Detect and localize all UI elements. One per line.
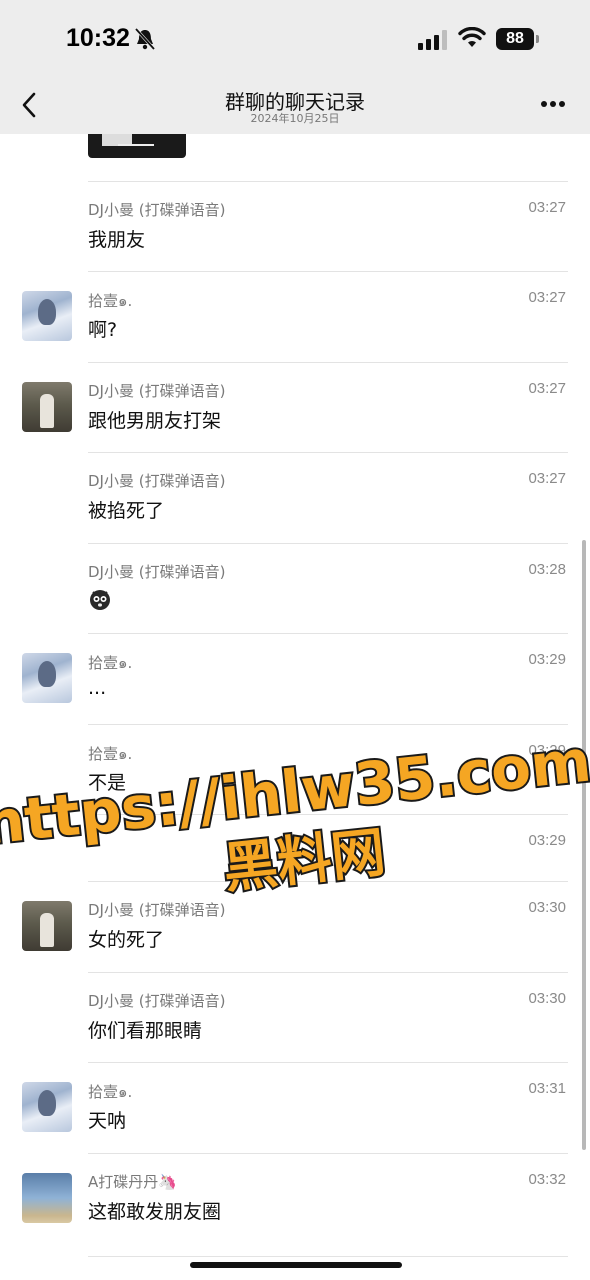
page-subtitle-date: 2024年10月25日: [250, 112, 340, 125]
message-row[interactable]: 拾壹๑. 03:29 不是: [0, 724, 590, 814]
message-text: 天呐: [88, 1110, 127, 1132]
message-row[interactable]: 拾壹๑. 03:31 天呐: [0, 1062, 590, 1152]
message-text: 不是: [88, 772, 127, 794]
wifi-icon: [458, 27, 486, 47]
status-bar: 10:32 88: [0, 0, 590, 80]
cellular-signal-icon: [418, 30, 447, 50]
message-divider: [88, 362, 568, 363]
message-sender: 拾壹๑.: [88, 745, 133, 763]
message-row[interactable]: DJ小曼 (打碟弹语音) 03:27 被掐死了: [0, 452, 590, 542]
message-text: 跟他男朋友打架: [88, 410, 222, 432]
message-time: 03:30: [528, 899, 566, 916]
message-divider: [88, 181, 568, 182]
message-sender: DJ小曼 (打碟弹语音): [88, 472, 226, 490]
battery-level: 88: [496, 28, 534, 50]
message-divider: [88, 814, 568, 815]
avatar[interactable]: [22, 291, 72, 341]
message-sender: A打碟丹丹🦄: [88, 1173, 177, 1191]
message-time: 03:29: [528, 832, 566, 849]
avatar[interactable]: [22, 653, 72, 703]
message-time: 03:29: [528, 742, 566, 759]
message-time: 03:29: [528, 651, 566, 668]
message-divider: [88, 1153, 568, 1154]
message-text: 被掐死了: [88, 500, 165, 522]
message-time: 03:32: [528, 1171, 566, 1188]
message-text: 女的死了: [88, 929, 165, 951]
avatar[interactable]: [22, 1173, 72, 1223]
nav-bar: 群聊的聊天记录 2024年10月25日: [0, 80, 590, 134]
message-text: 这都敢发朋友圈: [88, 1201, 222, 1223]
home-indicator[interactable]: [190, 1262, 402, 1268]
battery-tip: [536, 35, 539, 43]
message-row[interactable]: DJ小曼 (打碟弹语音) 03:30 女的死了: [0, 881, 590, 971]
image-thumbnail-bar: [118, 144, 154, 146]
message-time: 03:27: [528, 470, 566, 487]
message-time: 03:27: [528, 380, 566, 397]
message-row[interactable]: DJ小曼 (打碟弹语音) 03:27 我朋友: [0, 181, 590, 271]
surprised-face-sticker-icon[interactable]: [88, 587, 112, 611]
avatar[interactable]: [22, 901, 72, 951]
previous-image-message[interactable]: [88, 134, 186, 158]
message-time: 03:28: [528, 561, 566, 578]
message-sender: DJ小曼 (打碟弹语音): [88, 382, 226, 400]
message-divider: [88, 972, 568, 973]
message-divider: [88, 1062, 568, 1063]
message-sender: DJ小曼 (打碟弹语音): [88, 992, 226, 1010]
more-options-icon[interactable]: [540, 100, 566, 108]
message-divider: [88, 724, 568, 725]
message-time: 03:31: [528, 1080, 566, 1097]
message-divider: [88, 271, 568, 272]
chat-history-list[interactable]: DJ小曼 (打碟弹语音) 03:27 我朋友 拾壹๑. 03:27 啊? DJ小…: [0, 134, 590, 1280]
avatar[interactable]: [22, 1082, 72, 1132]
message-divider: [88, 452, 568, 453]
message-sender: DJ小曼 (打碟弹语音): [88, 563, 226, 581]
battery-indicator: 88: [496, 28, 540, 50]
message-row[interactable]: 03:29: [0, 814, 590, 881]
message-divider: [88, 1256, 568, 1257]
message-time: 03:27: [528, 289, 566, 306]
message-row[interactable]: DJ小曼 (打碟弹语音) 03:28: [0, 543, 590, 633]
message-sender: DJ小曼 (打碟弹语音): [88, 901, 226, 919]
status-time: 10:32: [66, 24, 130, 52]
message-row[interactable]: 拾壹๑. 03:29 ...: [0, 633, 590, 723]
message-divider: [88, 881, 568, 882]
avatar[interactable]: [22, 382, 72, 432]
message-time: 03:27: [528, 199, 566, 216]
message-divider: [88, 543, 568, 544]
message-row[interactable]: DJ小曼 (打碟弹语音) 03:30 你们看那眼睛: [0, 972, 590, 1062]
message-row[interactable]: A打碟丹丹🦄 03:32 这都敢发朋友圈: [0, 1153, 590, 1243]
message-sender: 拾壹๑.: [88, 654, 133, 672]
message-sender: 拾壹๑.: [88, 1083, 133, 1101]
bell-muted-icon: [134, 27, 156, 51]
message-sender: DJ小曼 (打碟弹语音): [88, 201, 226, 219]
message-text: 你们看那眼睛: [88, 1020, 203, 1042]
message-divider: [88, 633, 568, 634]
message-row[interactable]: 拾壹๑. 03:27 啊?: [0, 271, 590, 361]
message-time: 03:30: [528, 990, 566, 1007]
scrollbar[interactable]: [582, 540, 586, 1150]
message-row[interactable]: DJ小曼 (打碟弹语音) 03:27 跟他男朋友打架: [0, 362, 590, 452]
message-text: ...: [88, 677, 107, 699]
message-text: 我朋友: [88, 229, 146, 251]
message-text: 啊?: [88, 319, 118, 341]
message-sender: 拾壹๑.: [88, 292, 133, 310]
